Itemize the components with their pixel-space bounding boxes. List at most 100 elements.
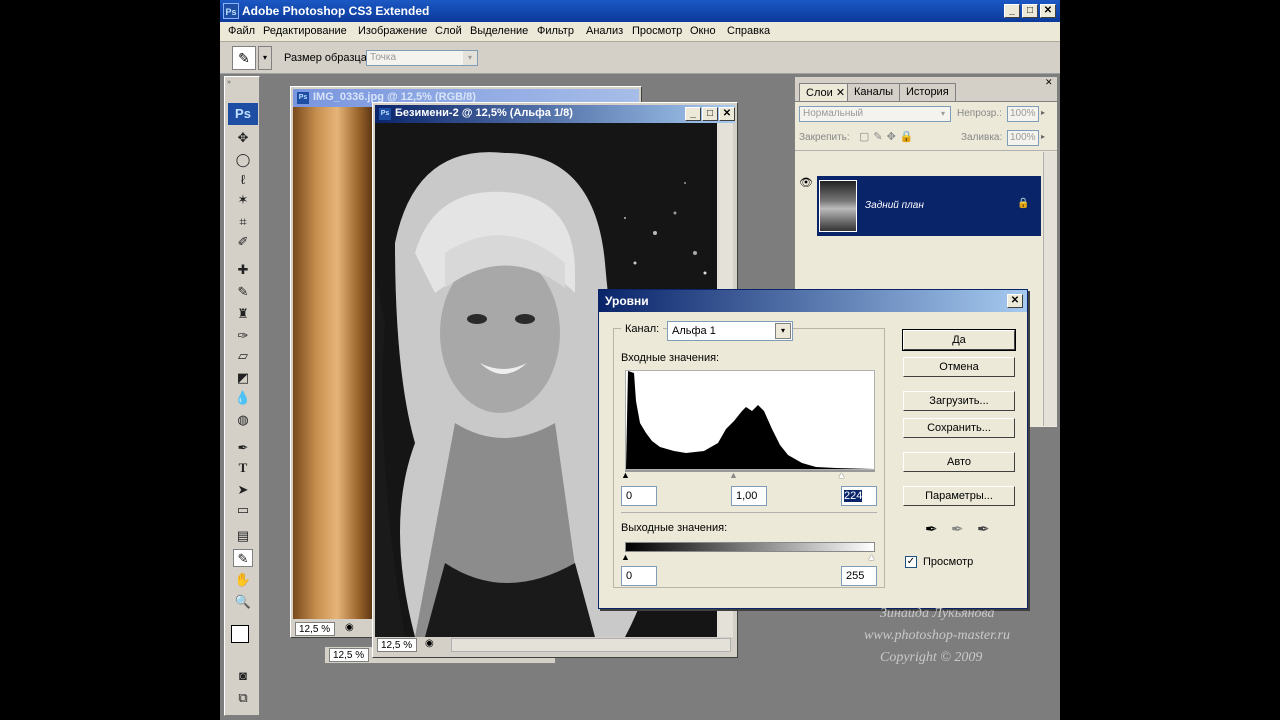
input-gamma-slider[interactable]: ▲ (729, 470, 738, 480)
close-icon[interactable]: ✕ (719, 107, 735, 121)
screen-mode-icon[interactable]: ⧉ (233, 689, 253, 707)
output-black-field[interactable]: 0 (621, 566, 657, 586)
paint-bucket-tool-icon[interactable]: ◩ (233, 369, 253, 387)
zoom-field[interactable]: 12,5 % (295, 622, 335, 636)
status-menu-icon[interactable]: ◉ (425, 638, 434, 649)
eyedropper-preset-icon[interactable]: ✎ (232, 46, 256, 70)
auto-button[interactable]: Авто (903, 452, 1015, 472)
move-tool-icon[interactable]: ✥ (233, 129, 253, 147)
menu-view[interactable]: Просмотр (632, 25, 682, 37)
options-button[interactable]: Параметры... (903, 486, 1015, 506)
menu-window[interactable]: Окно (690, 25, 716, 37)
channel-select[interactable]: Альфа 1 ▾ (667, 321, 793, 341)
menu-help[interactable]: Справка (727, 25, 770, 37)
save-button[interactable]: Сохранить... (903, 418, 1015, 438)
clone-stamp-tool-icon[interactable]: ♜ (233, 305, 253, 323)
layer-name[interactable]: Задний план (865, 200, 924, 211)
visibility-eye-icon[interactable]: 👁 (799, 176, 813, 189)
input-gamma-field[interactable]: 1,00 (731, 486, 767, 506)
output-gradient (625, 542, 875, 552)
pen-tool-icon[interactable]: ✒ (233, 439, 253, 457)
shape-tool-icon[interactable]: ▭ (233, 501, 253, 519)
zoom-field[interactable]: 12,5 % (329, 648, 369, 662)
input-white-field[interactable]: 224 (841, 486, 877, 506)
blend-mode-value: Нормальный (803, 108, 864, 119)
output-white-field[interactable]: 255 (841, 566, 877, 586)
menu-analysis[interactable]: Анализ (586, 25, 623, 37)
toolbox-grip-icon[interactable]: » (227, 79, 257, 86)
watermark-author: Зинаида Лукьянова (880, 606, 995, 621)
menu-image[interactable]: Изображение (358, 25, 427, 37)
fill-label: Заливка: (961, 132, 1003, 143)
input-black-field[interactable]: 0 (621, 486, 657, 506)
status-menu-icon[interactable]: ◉ (345, 622, 354, 633)
marquee-tool-icon[interactable]: ◯ (233, 151, 253, 169)
minimize-icon[interactable]: _ (1004, 4, 1020, 18)
cancel-button[interactable]: Отмена (903, 357, 1015, 377)
chevron-down-icon[interactable]: ▾ (258, 46, 272, 70)
zoom-field[interactable]: 12,5 % (377, 638, 417, 652)
foreground-color-swatch[interactable] (231, 625, 249, 643)
toolbox-logo[interactable]: Ps (228, 103, 258, 125)
tab-layers[interactable]: Слои ✕ (799, 83, 853, 101)
menu-file[interactable]: Файл (228, 25, 255, 37)
chevron-down-icon: ▾ (463, 51, 477, 65)
tab-history[interactable]: История (899, 83, 956, 101)
close-icon[interactable]: ✕ (1040, 4, 1056, 18)
path-selection-tool-icon[interactable]: ➤ (233, 481, 253, 499)
output-black-slider[interactable]: ▲ (621, 552, 630, 562)
preview-checkbox[interactable]: ✓ (905, 556, 917, 568)
ok-button[interactable]: Да (902, 329, 1016, 351)
opacity-field[interactable]: 100% (1007, 106, 1039, 122)
maximize-icon[interactable]: □ (702, 107, 718, 121)
chevron-right-icon[interactable]: ▸ (1041, 108, 1045, 117)
input-white-slider[interactable]: ▲ (837, 470, 846, 480)
menu-filter[interactable]: Фильтр (537, 25, 574, 37)
eraser-tool-icon[interactable]: ▱ (233, 347, 253, 365)
layers-scrollbar[interactable] (1043, 152, 1057, 426)
eyedropper-tool-icon[interactable]: ✎ (233, 549, 253, 567)
minimize-icon[interactable]: _ (685, 107, 701, 121)
dodge-tool-icon[interactable]: ◍ (233, 411, 253, 429)
chevron-right-icon[interactable]: ▸ (1041, 132, 1045, 141)
notes-tool-icon[interactable]: ▤ (233, 527, 253, 545)
close-icon[interactable]: ✕ (1007, 294, 1023, 308)
lock-icons[interactable]: ▢✎✥🔒 (859, 130, 918, 143)
crop-tool-icon[interactable]: ⌗ (233, 213, 253, 231)
lasso-tool-icon[interactable]: ℓ (233, 171, 253, 189)
output-white-slider[interactable]: ▲ (867, 552, 876, 562)
blend-mode-select[interactable]: Нормальный ▾ (799, 106, 951, 122)
input-black-slider[interactable]: ▲ (621, 470, 630, 480)
layer-row-background[interactable]: Задний план 🔒 (817, 176, 1041, 236)
tab-channels[interactable]: Каналы (847, 83, 901, 101)
chevron-down-icon: ▾ (775, 323, 791, 339)
sample-size-select[interactable]: Точка ▾ (366, 50, 478, 66)
hand-tool-icon[interactable]: ✋ (233, 571, 253, 589)
fill-field[interactable]: 100% (1007, 130, 1039, 146)
magic-wand-tool-icon[interactable]: ✶ (233, 191, 253, 209)
slice-tool-icon[interactable]: ✐ (233, 233, 253, 251)
zoom-tool-icon[interactable]: 🔍 (233, 593, 253, 611)
load-button[interactable]: Загрузить... (903, 391, 1015, 411)
menu-select[interactable]: Выделение (470, 25, 528, 37)
white-eyedropper-icon[interactable]: ✒ (977, 520, 990, 538)
document-photo-color (293, 107, 373, 619)
menu-edit[interactable]: Редактирование (263, 25, 347, 37)
panel-close-icon[interactable]: ✕ (1045, 77, 1057, 87)
type-tool-icon[interactable]: T (233, 459, 253, 477)
quick-mask-icon[interactable]: ◙ (233, 667, 253, 685)
black-eyedropper-icon[interactable]: ✒ (925, 520, 938, 538)
menu-layer[interactable]: Слой (435, 25, 462, 37)
lock-label: Закрепить: (799, 132, 850, 143)
close-icon[interactable]: ✕ (836, 87, 845, 99)
levels-dialog-titlebar[interactable]: Уровни ✕ (599, 290, 1027, 312)
document-titlebar[interactable]: Ps Безимени-2 @ 12,5% (Альфа 1/8) _ □ ✕ (375, 105, 735, 123)
horizontal-scrollbar[interactable] (451, 638, 731, 652)
history-brush-tool-icon[interactable]: ✑ (233, 327, 253, 345)
gray-eyedropper-icon[interactable]: ✒ (951, 520, 964, 538)
maximize-icon[interactable]: □ (1022, 4, 1038, 18)
blur-tool-icon[interactable]: 💧 (233, 389, 253, 407)
healing-brush-tool-icon[interactable]: ✚ (233, 261, 253, 279)
brush-tool-icon[interactable]: ✎ (233, 283, 253, 301)
photoshop-doc-icon: Ps (297, 92, 309, 104)
